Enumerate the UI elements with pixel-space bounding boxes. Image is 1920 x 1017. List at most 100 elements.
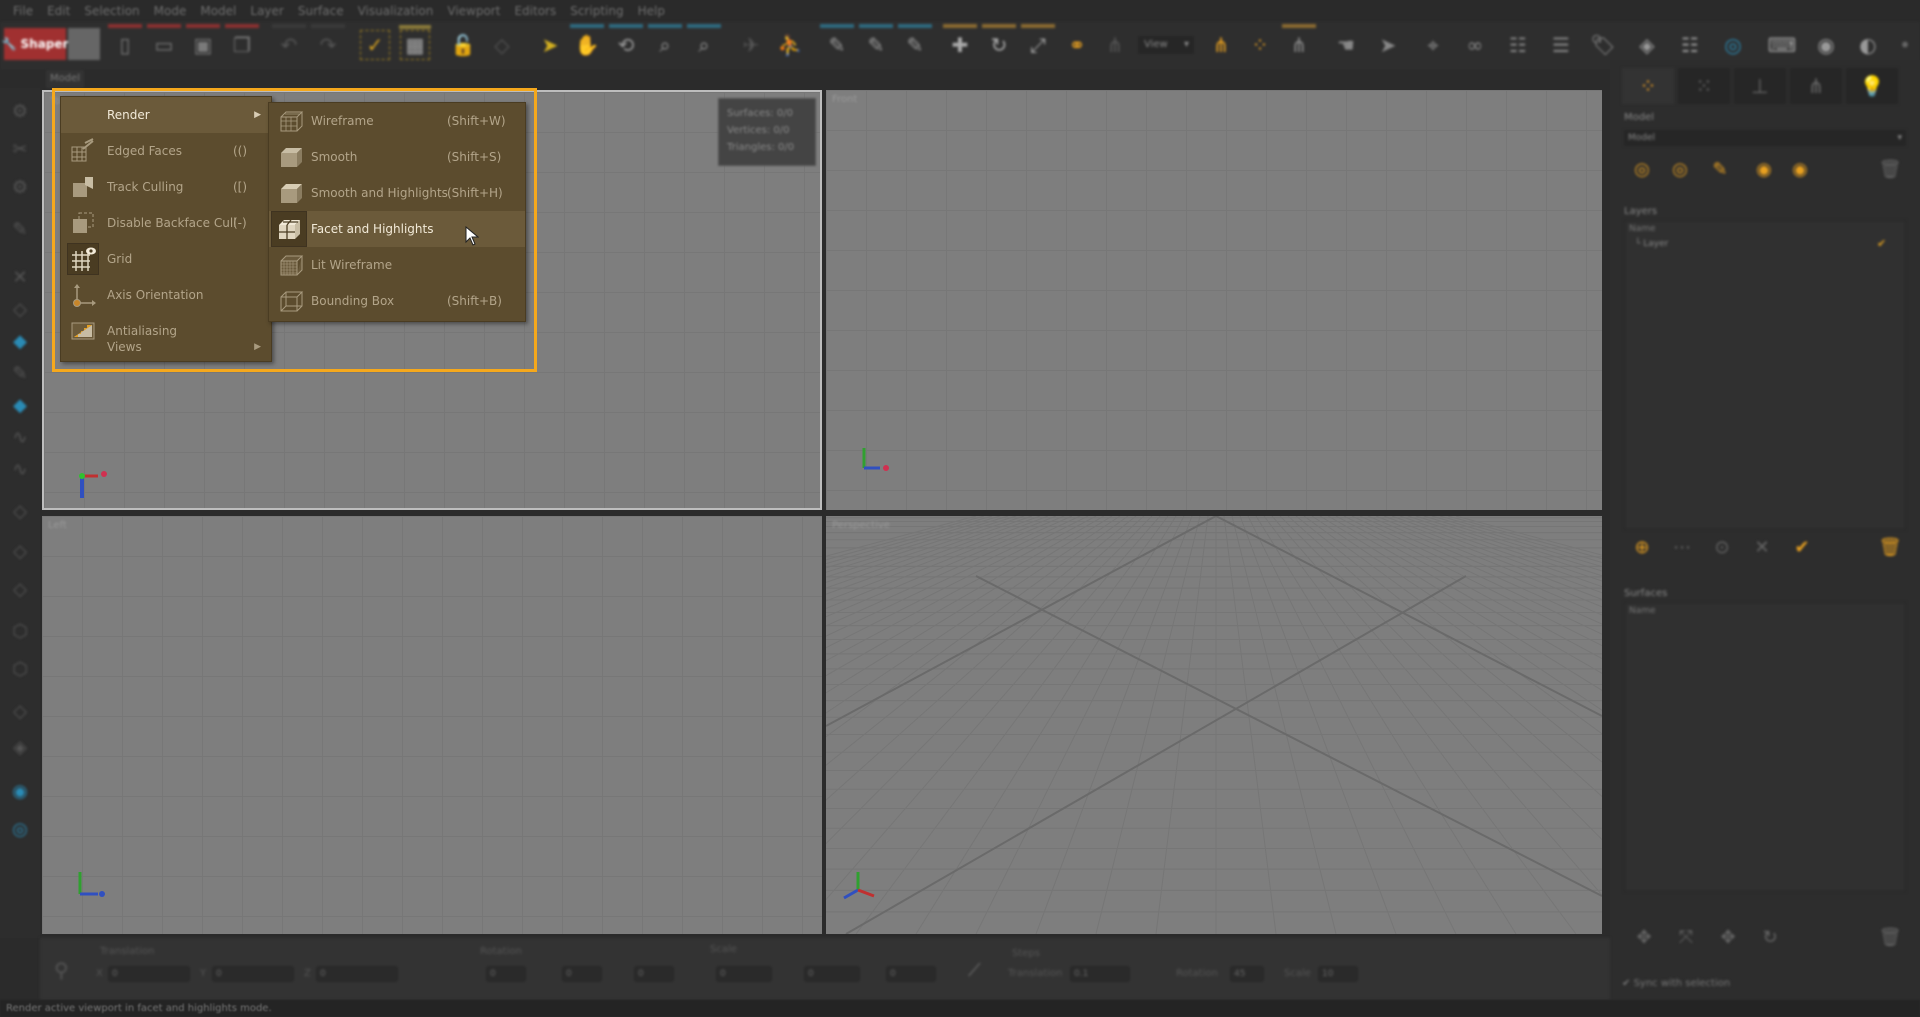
edit-points-button[interactable]: ✎	[820, 24, 854, 60]
link-scale-icon[interactable]: ⟋	[968, 960, 981, 981]
edit-model-button[interactable]: ✎	[1706, 156, 1734, 184]
tree-1-button[interactable]: ⋔	[1206, 30, 1236, 60]
menu-item-views[interactable]: Views ▶	[61, 339, 271, 355]
add-layer-button[interactable]: ⊕	[1628, 534, 1656, 562]
vertex-cut-tool[interactable]: ◇	[4, 576, 36, 604]
menu-item-render[interactable]: Render ▶	[61, 97, 271, 133]
move-button[interactable]: ✚	[943, 24, 977, 60]
visibility-tool[interactable]: ◉	[4, 778, 36, 806]
redo-button[interactable]: ↷	[311, 24, 345, 60]
submenu-item-lit-wireframe[interactable]: Lit Wireframe	[269, 247, 525, 283]
tab-lights[interactable]: 💡	[1846, 68, 1898, 104]
inflate-tool[interactable]: ∿	[4, 456, 36, 484]
new-file-button[interactable]: ▯	[108, 24, 142, 60]
duplicate-model-button[interactable]: ◎	[1666, 156, 1694, 184]
smooth-tool[interactable]: ∿	[4, 424, 36, 452]
link-button[interactable]: ∞	[1460, 30, 1490, 60]
view-select[interactable]: View ▾	[1138, 36, 1194, 54]
zoom-button[interactable]: ⌕	[648, 24, 682, 60]
diamond-tool[interactable]: ◇	[4, 296, 36, 324]
material-button[interactable]: ◈	[1632, 30, 1662, 60]
shaper-app-button[interactable]: 🔧 Shaper	[2, 28, 68, 60]
sculpt-alt-tool[interactable]: ◆	[4, 392, 36, 420]
tab-hierarchy[interactable]: ⋔	[1790, 68, 1842, 104]
expand-tool[interactable]: ⬡	[4, 618, 36, 646]
tab-vertices[interactable]: ⁙	[1678, 68, 1730, 104]
layer-row[interactable]: └ Layer	[1635, 239, 1668, 249]
menu-surface[interactable]: Surface	[291, 4, 351, 18]
save-button[interactable]: ▣	[186, 24, 220, 60]
cross-tool[interactable]: ✕	[4, 264, 36, 292]
pan-button[interactable]: ✋	[570, 24, 604, 60]
step-translation-input[interactable]: 0.1	[1070, 966, 1130, 982]
settings-button[interactable]: ☷	[1675, 30, 1705, 60]
menu-mode[interactable]: Mode	[147, 4, 194, 18]
menu-editors[interactable]: Editors	[507, 4, 563, 18]
menu-item-grid[interactable]: Grid	[61, 241, 271, 277]
model-select[interactable]: Model ▾	[1624, 130, 1906, 146]
menu-model[interactable]: Model	[193, 4, 243, 18]
translation-x-input[interactable]: 0	[108, 966, 190, 982]
more-button[interactable]: •	[1890, 30, 1920, 60]
menu-item-track-culling[interactable]: Track Culling ([)	[61, 169, 271, 205]
group-button[interactable]: ⚭	[1062, 30, 1092, 60]
rotation-y-input[interactable]: 0	[562, 966, 602, 982]
edit-mesh-tool[interactable]: ⚙	[4, 98, 36, 126]
scale-y-input[interactable]: 0	[804, 966, 860, 982]
walk-button[interactable]: ⛹	[775, 30, 805, 60]
layer-tool-3[interactable]: ⊙	[1708, 534, 1736, 562]
surface-reset-button[interactable]: ↻	[1756, 924, 1784, 952]
fly-button[interactable]: ✈	[736, 30, 766, 60]
surface-transform-button[interactable]: ✥	[1714, 924, 1742, 952]
submenu-item-smooth-highlights[interactable]: Smooth and Highlights (Shift+H)	[269, 175, 525, 211]
menu-item-axis-orientation[interactable]: Axis Orientation	[61, 277, 271, 313]
tab-axis[interactable]: ⊥	[1734, 68, 1786, 104]
menu-scripting[interactable]: Scripting	[563, 4, 630, 18]
edit-remove-button[interactable]: ✎	[898, 24, 932, 60]
viewport-perspective[interactable]: Perspective	[826, 516, 1602, 934]
check-select-button[interactable]: ✓	[360, 30, 390, 60]
menu-layer[interactable]: Layer	[243, 4, 290, 18]
scale-z-input[interactable]: 0	[886, 966, 936, 982]
keyboard-button[interactable]: ⌨	[1767, 30, 1797, 60]
hierarchy-button[interactable]: ⋔	[1100, 30, 1130, 60]
delete-model-button[interactable]: 🗑	[1876, 156, 1904, 184]
hand-grab-button[interactable]: ☚	[1331, 30, 1361, 60]
shrink-tool[interactable]: ⬡	[4, 656, 36, 684]
tab-model-objects[interactable]: ⁘	[1622, 68, 1674, 104]
menu-edit[interactable]: Edit	[40, 4, 77, 18]
brush-tool[interactable]: ✎	[4, 360, 36, 388]
sphere-target-button[interactable]: ◎	[1718, 30, 1748, 60]
next-model-button[interactable]: ◉	[1786, 156, 1814, 184]
diamond-double-tool[interactable]: ◈	[4, 734, 36, 762]
light-button[interactable]: ◐	[1853, 30, 1883, 60]
scale-x-input[interactable]: 0	[716, 966, 772, 982]
list-button[interactable]: ☰	[1546, 30, 1576, 60]
menu-help[interactable]: Help	[631, 4, 672, 18]
cut-tool[interactable]: ✂	[4, 136, 36, 164]
layer-active-check-icon[interactable]: ✔	[1877, 237, 1886, 250]
delete-surface-button[interactable]: 🗑	[1876, 924, 1904, 952]
submenu-item-facet-highlights[interactable]: Facet and Highlights	[269, 211, 525, 247]
camera-button[interactable]: ◉	[1811, 30, 1841, 60]
rotation-x-input[interactable]: 0	[486, 966, 526, 982]
select-region-button[interactable]: ▦	[399, 25, 431, 60]
menu-viewport[interactable]: Viewport	[440, 4, 507, 18]
viewport-left[interactable]: Left	[42, 516, 822, 934]
add-model-button[interactable]: ◎	[1628, 156, 1656, 184]
rotation-z-input[interactable]: 0	[634, 966, 674, 982]
translation-y-input[interactable]: 0	[212, 966, 294, 982]
zoom-region-button[interactable]: ⌕	[687, 24, 721, 60]
mesh-tool[interactable]: ⚙	[4, 174, 36, 202]
orbit-button[interactable]: ⟲	[609, 24, 643, 60]
map-pin-button[interactable]: ⌖	[1418, 30, 1448, 60]
menu-visualization[interactable]: Visualization	[351, 4, 441, 18]
rotate-button[interactable]: ↻	[982, 24, 1016, 60]
submenu-item-wireframe[interactable]: Wireframe (Shift+W)	[269, 103, 525, 139]
save-copy-button[interactable]: ❐	[225, 24, 259, 60]
submenu-item-bounding-box[interactable]: Bounding Box (Shift+B)	[269, 283, 525, 319]
menu-item-disable-backface-cull[interactable]: Disable Backface Cull (-)	[61, 205, 271, 241]
pointer-button[interactable]: ➤	[535, 30, 565, 60]
viewer-app-button[interactable]	[68, 28, 100, 60]
layer-tool-2[interactable]: ⋯	[1668, 534, 1696, 562]
